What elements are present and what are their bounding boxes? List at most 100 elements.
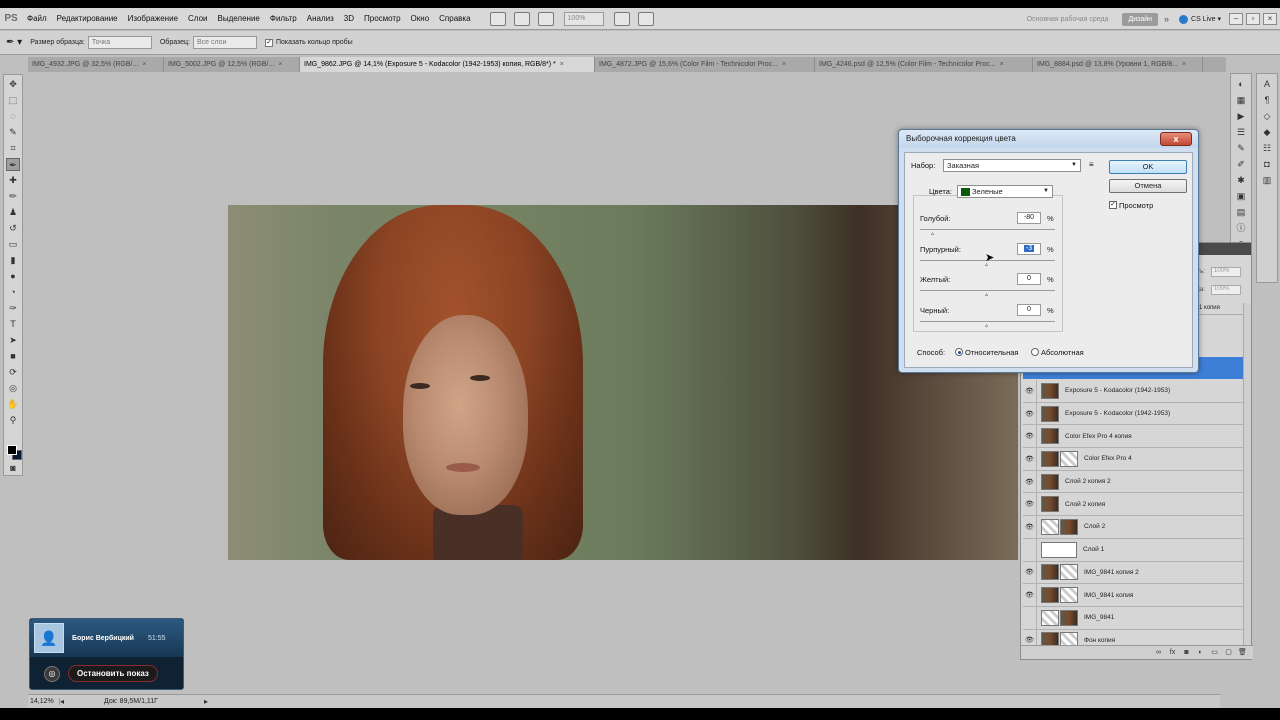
layer-mask-thumbnail[interactable]	[1041, 518, 1059, 535]
shape-tool-icon[interactable]: ■	[6, 350, 20, 363]
zoom-level-select[interactable]: 100%	[563, 11, 604, 26]
hand-tool-icon[interactable]: ✋	[6, 398, 20, 411]
layer-thumbnail[interactable]	[1041, 496, 1059, 513]
layer-thumbnail[interactable]	[1041, 450, 1059, 467]
layer-thumbnail[interactable]	[1041, 428, 1059, 445]
method-absolute-radio[interactable]	[1031, 348, 1039, 356]
menu-help[interactable]: Справка	[434, 8, 475, 30]
quick-select-tool-icon[interactable]: ✎	[6, 126, 20, 139]
clone-source-icon[interactable]: ✱	[1234, 174, 1248, 186]
clone-stamp-tool-icon[interactable]: ♟	[6, 206, 20, 219]
restore-icon[interactable]: ▫	[1246, 13, 1260, 25]
black-value-input[interactable]: 0	[1017, 304, 1041, 316]
layer-row[interactable]: 👁 Color Efex Pro 4	[1023, 447, 1243, 471]
navigator-panel-icon[interactable]: ▣	[1234, 190, 1248, 202]
bridge-icon[interactable]	[489, 11, 506, 26]
pen-tool-icon[interactable]: ✑	[6, 302, 20, 315]
layer-visibility-icon[interactable]: 👁	[1023, 470, 1037, 493]
tab-img8884[interactable]: IMG_8884.psd @ 13,8% (Уровни 1, RGB/8...…	[1033, 57, 1203, 72]
path-select-tool-icon[interactable]: ➤	[6, 334, 20, 347]
layer-thumbnail[interactable]	[1041, 587, 1059, 604]
minimize-icon[interactable]: –	[1229, 13, 1243, 25]
menu-image[interactable]: Изображение	[123, 8, 183, 30]
yellow-value-input[interactable]: 0	[1017, 273, 1041, 285]
layer-row[interactable]: IMG_9841	[1023, 606, 1243, 630]
tab-close-icon[interactable]: ×	[278, 57, 282, 72]
add-mask-icon[interactable]: ◙	[1182, 648, 1191, 657]
layer-row[interactable]: Слой 1	[1023, 538, 1243, 562]
3d-rotate-tool-icon[interactable]: ⟳	[6, 366, 20, 379]
swatches-panel-icon[interactable]: ▦	[1234, 94, 1248, 106]
layer-thumbnail[interactable]	[1041, 382, 1059, 399]
tab-close-icon[interactable]: ×	[560, 57, 564, 72]
eraser-tool-icon[interactable]: ▭	[6, 238, 20, 251]
paths-panel-icon[interactable]: ◇	[1260, 110, 1274, 122]
move-tool-icon[interactable]: ✥	[6, 78, 20, 91]
color-panel-icon[interactable]: ◐	[1234, 78, 1248, 90]
brush-tool-icon[interactable]: ✏	[6, 190, 20, 203]
cyan-slider-thumb[interactable]: ▵	[931, 230, 934, 237]
show-ring-checkbox[interactable]: ✓	[265, 38, 273, 47]
cyan-value-input[interactable]: -80	[1017, 212, 1041, 224]
menu-edit[interactable]: Редактирование	[52, 8, 123, 30]
layer-visibility-icon[interactable]	[1023, 538, 1037, 561]
layer-thumbnail[interactable]	[1060, 609, 1078, 626]
menu-layers[interactable]: Слои	[183, 8, 212, 30]
menu-file[interactable]: Файл	[22, 8, 52, 30]
workspace-more-icon[interactable]: »	[1164, 14, 1169, 24]
workspace-design[interactable]: Дизайн	[1122, 12, 1158, 26]
layer-mask-thumbnail[interactable]	[1041, 609, 1059, 626]
tab-img4872[interactable]: IMG_4872.JPG @ 15,6% (Color Film - Techn…	[595, 57, 815, 72]
tab-close-icon[interactable]: ×	[1000, 57, 1004, 72]
layers-scrollbar[interactable]	[1243, 303, 1251, 645]
3d-orbit-tool-icon[interactable]: ◎	[6, 382, 20, 395]
method-relative-radio[interactable]	[955, 348, 963, 356]
opacity-input[interactable]: 100%	[1211, 267, 1241, 277]
layer-row[interactable]: 👁 IMG_9841 копия	[1023, 584, 1243, 607]
history-brush-tool-icon[interactable]: ↺	[6, 222, 20, 235]
healing-brush-tool-icon[interactable]: ✚	[6, 174, 20, 187]
cyan-slider-track[interactable]	[920, 229, 1055, 230]
status-menu-icon[interactable]: ▸	[204, 697, 208, 706]
layer-visibility-icon[interactable]: 👁	[1023, 561, 1037, 584]
layer-thumbnail[interactable]	[1060, 518, 1078, 535]
arrange-documents-icon[interactable]	[613, 11, 630, 26]
layer-thumbnail[interactable]	[1041, 541, 1077, 558]
history-panel-icon[interactable]: ☰	[1234, 126, 1248, 138]
layer-row[interactable]: 👁 Слой 2 копия 2	[1023, 470, 1243, 494]
stop-share-icon[interactable]: ◎	[44, 665, 60, 682]
layer-thumbnail[interactable]	[1041, 405, 1059, 422]
layer-visibility-icon[interactable]: 👁	[1023, 493, 1037, 516]
layer-mask-thumbnail[interactable]	[1060, 450, 1078, 467]
channels-panel-icon[interactable]: ☷	[1260, 142, 1274, 154]
eyedropper-tool-icon[interactable]: ✒	[6, 158, 20, 171]
magenta-value-input[interactable]: -3	[1017, 243, 1041, 255]
layer-visibility-icon[interactable]: 👁	[1023, 447, 1037, 470]
tab-img5002[interactable]: IMG_5002.JPG @ 12,5% (RGB/... ×	[164, 57, 300, 72]
tab-close-icon[interactable]: ×	[1182, 57, 1186, 72]
sample-size-select[interactable]: Точка	[87, 36, 152, 49]
paragraph-panel-icon[interactable]: ¶	[1260, 94, 1274, 106]
3d-panel-icon[interactable]: ◘	[1260, 158, 1274, 170]
dialog-close-icon[interactable]: x	[1160, 132, 1192, 146]
tab-img4932[interactable]: IMG_4932.JPG @ 32,5% (RGB/... ×	[28, 57, 164, 72]
layer-row[interactable]: 👁 Слой 2 копия	[1023, 493, 1243, 517]
blur-tool-icon[interactable]: ●	[6, 270, 20, 283]
layer-visibility-icon[interactable]: 👁	[1023, 425, 1037, 448]
preview-checkbox[interactable]: ✓	[1109, 201, 1117, 209]
histogram-panel-icon[interactable]: ▤	[1234, 206, 1248, 218]
menu-3d[interactable]: 3D	[339, 8, 359, 30]
tab-img4246[interactable]: IMG_4246.psd @ 12,5% (Color Film - Techn…	[815, 57, 1033, 72]
styles-panel-icon[interactable]: ◆	[1260, 126, 1274, 138]
menu-analysis[interactable]: Анализ	[302, 8, 339, 30]
cs-live-button[interactable]: CS Live ▾	[1179, 14, 1221, 24]
layers-panel-icon[interactable]: ▥	[1260, 174, 1274, 186]
foreground-color-swatch[interactable]	[7, 445, 17, 455]
dialog-title[interactable]: Выборочная коррекция цвета	[899, 130, 1198, 148]
close-icon[interactable]: ×	[1263, 13, 1277, 25]
status-zoom[interactable]: 14,12%	[28, 698, 60, 705]
layer-visibility-icon[interactable]: 👁	[1023, 584, 1037, 607]
layer-row[interactable]: 👁 Color Efex Pro 4 копия	[1023, 425, 1243, 449]
colors-select[interactable]: Зеленые ▼	[957, 185, 1053, 198]
quick-mask-icon[interactable]: ◙	[6, 462, 20, 475]
